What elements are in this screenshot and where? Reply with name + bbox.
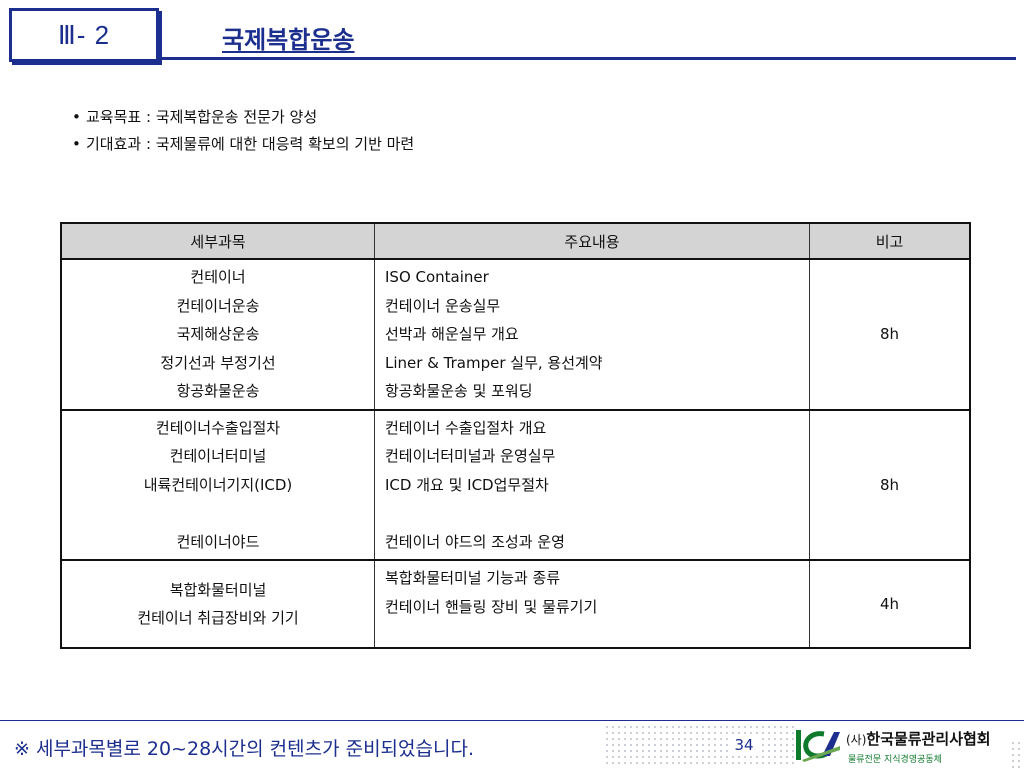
- expected-effect-text: 기대효과 : 국제물류에 대한 대응력 확보의 기반 마련: [86, 135, 415, 153]
- content-line: ISO Container: [385, 268, 489, 286]
- subject-line: 항공화물운송: [176, 382, 260, 400]
- footer-dot-pattern-right: [1010, 740, 1024, 768]
- footer-dot-pattern: [604, 724, 794, 768]
- content-line: 컨테이너 핸들링 장비 및 물류기기: [385, 597, 598, 616]
- subject-line: 컨테이너터미널: [169, 447, 267, 465]
- table-row: 컨테이너수출입절차 컨테이너터미널 내륙컨테이너기지(ICD) 컨테이너야드 컨…: [60, 408, 971, 561]
- table-header-row: 세부과목 주요내용 비고: [60, 222, 971, 260]
- org-logo: (사)한국물류관리사협회 물류전문 지식경영공동체: [794, 726, 1020, 768]
- section-number-box: Ⅲ- 2: [9, 8, 159, 62]
- subject-line: 복합화물터미널: [169, 580, 267, 599]
- objectives-list: • 교육목표 : 국제복합운송 전문가 양성 • 기대효과 : 국제물류에 대한…: [72, 104, 414, 158]
- content-line: 컨테이너 운송실무: [385, 296, 501, 315]
- table-row: 복합화물터미널 컨테이너 취급장비와 기기 복합화물터미널 기능과 종류 컨테이…: [60, 559, 971, 649]
- content-line: 복합화물터미널 기능과 종류: [385, 569, 561, 587]
- subject-line: 컨테이너: [190, 268, 246, 286]
- footer-note: ※ 세부과목별로 20~28시간의 컨텐츠가 준비되었습니다.: [14, 738, 474, 760]
- content-line: Liner & Tramper 실무, 용선계약: [385, 353, 603, 372]
- content-line: 컨테이너 야드의 조성과 운영: [385, 532, 565, 551]
- subject-line: 국제해상운송: [176, 325, 260, 343]
- footer-rule: [0, 720, 1024, 721]
- org-slogan: 물류전문 지식경영공동체: [848, 755, 942, 765]
- header-note: 비고: [809, 222, 971, 260]
- bullet-icon: •: [72, 135, 81, 153]
- note-cell: 8h: [809, 258, 971, 410]
- objective-text: 교육목표 : 국제복합운송 전문가 양성: [86, 108, 318, 126]
- content-line: 선박과 해운실무 개요: [385, 325, 519, 343]
- org-prefix: (사): [846, 733, 867, 747]
- note-cell: 8h: [809, 408, 971, 561]
- objective-item: • 교육목표 : 국제복합운송 전문가 양성: [72, 104, 414, 131]
- content-cell: ISO Container 컨테이너 운송실무 선박과 해운실무 개요 Line…: [374, 258, 810, 410]
- bullet-icon: •: [72, 108, 81, 126]
- note-cell: 4h: [809, 559, 971, 649]
- page-title: 국제복합운송: [222, 26, 355, 54]
- expected-effect-item: • 기대효과 : 국제물류에 대한 대응력 확보의 기반 마련: [72, 131, 414, 158]
- org-name-text: 한국물류관리사협회: [866, 730, 991, 748]
- content-line: [385, 499, 809, 528]
- subject-line: 컨테이너운송: [176, 296, 260, 315]
- subject-cell: 복합화물터미널 컨테이너 취급장비와 기기: [60, 559, 375, 649]
- header-subject: 세부과목: [60, 222, 375, 260]
- org-logo-icon: [796, 730, 840, 762]
- page-number: 34: [728, 736, 760, 754]
- header-content: 주요내용: [374, 222, 810, 260]
- section-number: Ⅲ- 2: [57, 19, 111, 50]
- table-row: 컨테이너 컨테이너운송 국제해상운송 정기선과 부정기선 항공화물운송 ISO …: [60, 258, 971, 410]
- subject-line: 내륙컨테이너기지(ICD): [143, 475, 293, 494]
- subject-line: [62, 499, 374, 528]
- subject-line: 컨테이너 취급장비와 기기: [137, 609, 299, 627]
- title-underline-rule: [160, 57, 1016, 60]
- org-name: (사)한국물류관리사협회: [846, 728, 991, 749]
- subject-line: 정기선과 부정기선: [160, 353, 276, 372]
- content-line: 컨테이너터미널과 운영실무: [385, 447, 556, 465]
- subject-cell: 컨테이너 컨테이너운송 국제해상운송 정기선과 부정기선 항공화물운송: [60, 258, 375, 410]
- content-line: 항공화물운송 및 포워딩: [385, 382, 533, 400]
- course-table: 세부과목 주요내용 비고 컨테이너 컨테이너운송 국제해상운송 정기선과 부정기…: [60, 222, 971, 649]
- subject-cell: 컨테이너수출입절차 컨테이너터미널 내륙컨테이너기지(ICD) 컨테이너야드: [60, 408, 375, 561]
- content-line: 컨테이너 수출입절차 개요: [385, 418, 547, 437]
- content-line: ICD 개요 및 ICD업무절차: [385, 475, 549, 494]
- content-cell: 복합화물터미널 기능과 종류 컨테이너 핸들링 장비 및 물류기기: [374, 559, 810, 649]
- subject-line: 컨테이너야드: [176, 532, 260, 551]
- content-cell: 컨테이너 수출입절차 개요 컨테이너터미널과 운영실무 ICD 개요 및 ICD…: [374, 408, 810, 561]
- subject-line: 컨테이너수출입절차: [155, 418, 281, 437]
